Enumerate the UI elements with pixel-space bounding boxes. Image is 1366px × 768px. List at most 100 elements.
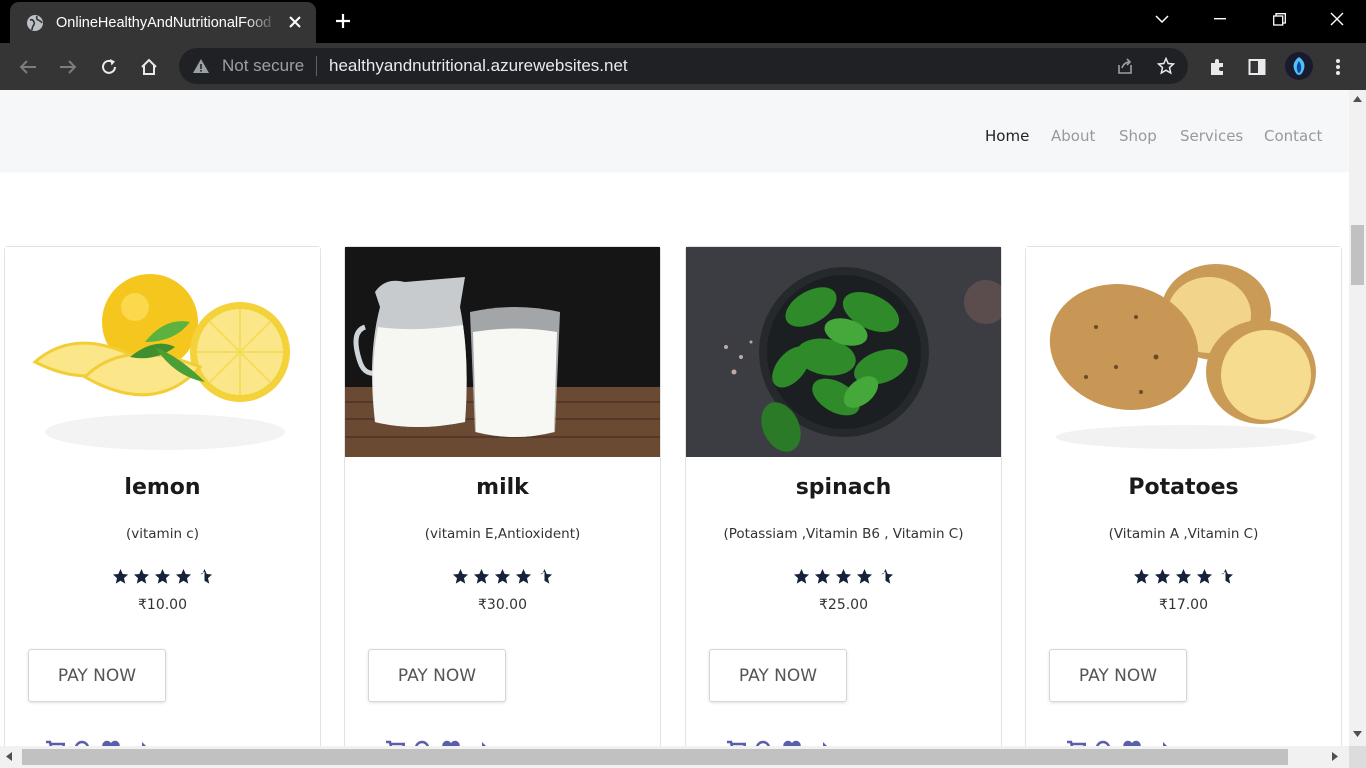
heart-icon[interactable]: [1122, 739, 1142, 746]
star-icon: [452, 568, 469, 584]
nav-home[interactable]: Home: [985, 127, 1029, 145]
share-arrow-icon[interactable]: [129, 739, 149, 746]
minimize-icon[interactable]: [1207, 8, 1233, 30]
pay-now-button[interactable]: PAY NOW: [28, 649, 166, 702]
nav-services[interactable]: Services: [1180, 127, 1243, 145]
heart-icon[interactable]: [441, 739, 461, 746]
star-icon: [814, 568, 831, 584]
browser-tab[interactable]: OnlineHealthyAndNutritionalFood: [10, 2, 316, 43]
security-label[interactable]: Not secure: [222, 56, 304, 76]
scroll-down-icon[interactable]: [1353, 731, 1362, 737]
product-price: ₹30.00: [478, 597, 527, 613]
product-name[interactable]: spinach: [686, 475, 1001, 500]
spinach-image[interactable]: [686, 247, 1001, 457]
star-icon: [175, 568, 192, 584]
restore-icon[interactable]: [1266, 8, 1292, 30]
nav-shop[interactable]: Shop: [1119, 127, 1157, 145]
scroll-left-icon[interactable]: [6, 752, 12, 761]
new-tab-icon[interactable]: [332, 10, 354, 32]
address-bar[interactable]: Not secure healthyandnutritional.azurewe…: [179, 48, 1188, 84]
product-name[interactable]: lemon: [5, 475, 320, 500]
search-icon[interactable]: [1094, 739, 1114, 746]
close-window-icon[interactable]: [1324, 8, 1350, 30]
card-actions: [1066, 739, 1170, 746]
share-arrow-icon[interactable]: [469, 739, 489, 746]
product-description: (Potassiam ,Vitamin B6 , Vitamin C): [723, 526, 964, 542]
product-description: (Vitamin A ,Vitamin C): [1108, 526, 1259, 542]
nav-contact[interactable]: Contact: [1264, 127, 1322, 145]
rating-stars: [345, 568, 660, 585]
product-price: ₹25.00: [819, 597, 868, 613]
card-actions: [45, 739, 149, 746]
globe-icon: [26, 14, 44, 32]
side-panel-icon[interactable]: [1245, 55, 1269, 79]
page-viewport: Home About Shop Services Contact lemon (…: [0, 90, 1349, 746]
vertical-scroll-thumb[interactable]: [1351, 225, 1364, 285]
cart-icon[interactable]: [385, 739, 405, 746]
scroll-up-icon[interactable]: [1353, 96, 1362, 102]
browser-toolbar: Not secure healthyandnutritional.azurewe…: [0, 43, 1366, 90]
warning-icon[interactable]: [192, 57, 210, 75]
url-text[interactable]: healthyandnutritional.azurewebsites.net: [329, 56, 628, 76]
horizontal-scrollbar[interactable]: [0, 746, 1349, 768]
forward-icon[interactable]: [56, 55, 80, 79]
pay-now-button[interactable]: PAY NOW: [709, 649, 847, 702]
star-icon: [1175, 568, 1192, 584]
cart-icon[interactable]: [726, 739, 746, 746]
profile-avatar[interactable]: [1285, 52, 1313, 80]
pay-now-button[interactable]: PAY NOW: [368, 649, 506, 702]
star-icon: [515, 568, 532, 584]
nav-about[interactable]: About: [1051, 127, 1095, 145]
star-icon: [473, 568, 490, 584]
scroll-right-icon[interactable]: [1332, 752, 1338, 761]
cart-icon[interactable]: [1066, 739, 1086, 746]
card-actions: [726, 739, 830, 746]
half-star-icon: [881, 568, 894, 584]
milk-image[interactable]: [345, 247, 660, 457]
star-icon: [1196, 568, 1213, 584]
product-name[interactable]: Potatoes: [1026, 475, 1341, 500]
heart-icon[interactable]: [101, 739, 121, 746]
horizontal-scroll-thumb[interactable]: [22, 749, 1288, 765]
back-icon[interactable]: [16, 55, 40, 79]
bookmark-star-icon[interactable]: [1156, 56, 1176, 76]
share-arrow-icon[interactable]: [810, 739, 830, 746]
search-icon[interactable]: [754, 739, 774, 746]
extensions-icon[interactable]: [1205, 55, 1229, 79]
product-name[interactable]: milk: [345, 475, 660, 500]
reload-icon[interactable]: [97, 55, 121, 79]
star-icon: [793, 568, 810, 584]
share-arrow-icon[interactable]: [1150, 739, 1170, 746]
half-star-icon: [200, 568, 213, 584]
potato-image[interactable]: [1026, 247, 1341, 457]
browser-tabstrip: OnlineHealthyAndNutritionalFood: [0, 0, 1366, 43]
heart-icon[interactable]: [782, 739, 802, 746]
star-icon: [856, 568, 873, 584]
product-card: lemon (vitamin c) ₹10.00 PAY NOW: [4, 246, 321, 746]
cart-icon[interactable]: [45, 739, 65, 746]
scrollbar-corner: [1349, 746, 1366, 768]
search-icon[interactable]: [413, 739, 433, 746]
vertical-scrollbar[interactable]: [1349, 90, 1366, 746]
pay-now-button[interactable]: PAY NOW: [1049, 649, 1187, 702]
star-icon: [1133, 568, 1150, 584]
star-icon: [112, 568, 129, 584]
rating-stars: [686, 568, 1001, 585]
star-icon: [154, 568, 171, 584]
share-icon[interactable]: [1115, 56, 1135, 76]
rating-stars: [5, 568, 320, 585]
more-menu-icon[interactable]: [1326, 55, 1350, 79]
product-description: (vitamin E,Antioxident): [424, 526, 581, 542]
home-icon[interactable]: [137, 55, 161, 79]
star-icon: [133, 568, 150, 584]
tab-search-icon[interactable]: [1149, 8, 1175, 30]
product-description: (vitamin c): [125, 526, 199, 542]
omnibox-divider: [316, 56, 317, 76]
star-icon: [494, 568, 511, 584]
star-icon: [835, 568, 852, 584]
search-icon[interactable]: [73, 739, 93, 746]
close-tab-icon[interactable]: [286, 13, 304, 31]
product-price: ₹10.00: [138, 597, 187, 613]
product-card: Potatoes (Vitamin A ,Vitamin C) ₹17.00 P…: [1025, 246, 1342, 746]
lemon-image[interactable]: [5, 247, 320, 457]
